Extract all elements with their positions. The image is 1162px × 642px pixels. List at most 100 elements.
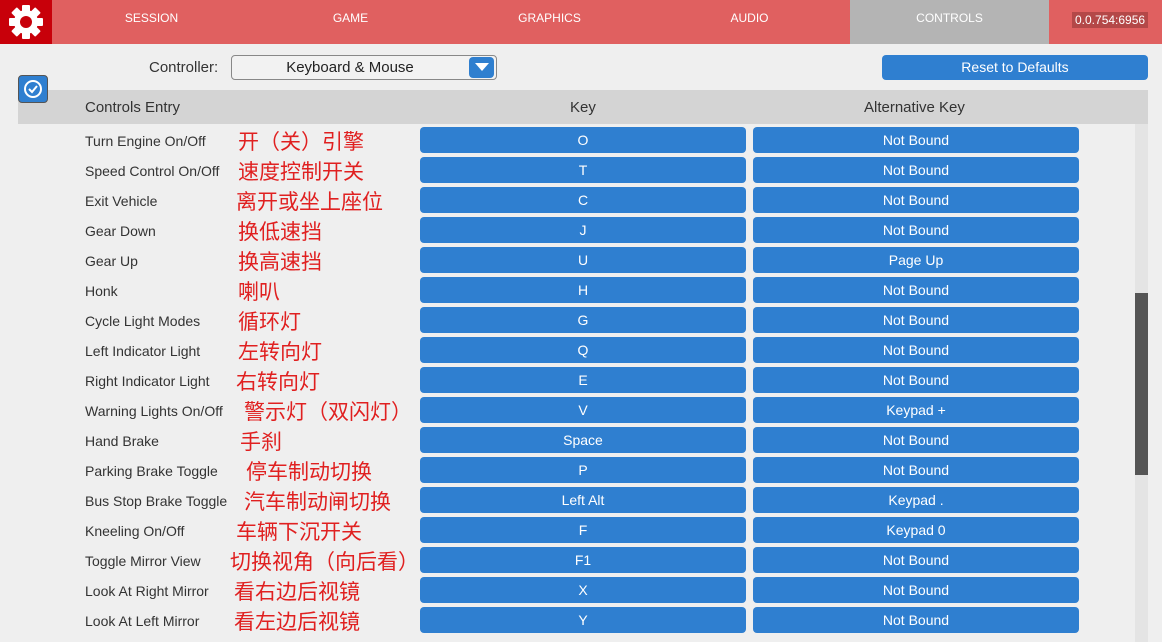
control-entry: Hand Brake xyxy=(85,433,159,449)
control-entry: Kneeling On/Off xyxy=(85,523,185,539)
annotation-note: 喇叭 xyxy=(238,280,280,304)
tab-session[interactable]: SESSION xyxy=(52,0,251,44)
chevron-down-icon[interactable] xyxy=(469,57,494,78)
check-icon[interactable] xyxy=(18,75,48,103)
key-binding-button[interactable]: F1 xyxy=(420,547,746,573)
key-binding-button[interactable]: G xyxy=(420,307,746,333)
key-binding-button[interactable]: T xyxy=(420,157,746,183)
alt-key-binding-button[interactable]: Not Bound xyxy=(753,127,1079,153)
key-binding-button[interactable]: Left Alt xyxy=(420,487,746,513)
alt-key-binding-button[interactable]: Keypad + xyxy=(753,397,1079,423)
key-binding-button[interactable]: H xyxy=(420,277,746,303)
tab-audio[interactable]: AUDIO xyxy=(650,0,849,44)
table-row: Turn Engine On/Off 开（关）引擎 O Not Bound xyxy=(18,124,1135,154)
table-row: Left Indicator Light 左转向灯 Q Not Bound xyxy=(18,333,1135,364)
annotation-note: 警示灯（双闪灯） xyxy=(244,400,412,424)
alt-key-binding-button[interactable]: Not Bound xyxy=(753,547,1079,573)
key-binding-button[interactable]: O xyxy=(420,127,746,153)
key-binding-button[interactable]: X xyxy=(420,577,746,603)
control-entry: Left Indicator Light xyxy=(85,343,201,359)
control-entry: Gear Down xyxy=(85,223,156,239)
alt-key-binding-button[interactable]: Keypad 0 xyxy=(753,517,1079,543)
control-entry: Speed Control On/Off xyxy=(85,163,220,179)
key-binding-button[interactable]: C xyxy=(420,187,746,213)
control-entry: Honk xyxy=(85,283,118,299)
control-entry: Cycle Light Modes xyxy=(85,313,201,329)
table-row: Warning Lights On/Off 警示灯（双闪灯） V Keypad … xyxy=(18,393,1135,424)
annotation-note: 速度控制开关 xyxy=(238,160,364,184)
table-row: Look At Right Mirror 看右边后视镜 X Not Bound xyxy=(18,573,1135,604)
annotation-note: 汽车制动闸切换 xyxy=(244,490,391,514)
table-row: Exit Vehicle 离开或坐上座位 C Not Bound xyxy=(18,183,1135,214)
key-binding-button[interactable]: P xyxy=(420,457,746,483)
tab-graphics[interactable]: GRAPHICS xyxy=(450,0,649,44)
table-row: Gear Down 换低速挡 J Not Bound xyxy=(18,213,1135,244)
alt-key-binding-button[interactable]: Not Bound xyxy=(753,217,1079,243)
key-binding-button[interactable]: E xyxy=(420,367,746,393)
annotation-note: 循环灯 xyxy=(238,310,301,334)
table-row: Cycle Light Modes 循环灯 G Not Bound xyxy=(18,303,1135,334)
table-row: Honk 喇叭 H Not Bound xyxy=(18,273,1135,304)
alt-key-binding-button[interactable]: Not Bound xyxy=(753,157,1079,183)
controller-value: Keyboard & Mouse xyxy=(286,59,414,76)
annotation-note: 车辆下沉开关 xyxy=(236,520,362,544)
alt-key-binding-button[interactable]: Not Bound xyxy=(753,427,1079,453)
version-label: 0.0.754:6956 xyxy=(1072,12,1149,28)
table-row: Gear Up 换高速挡 U Page Up xyxy=(18,243,1135,274)
control-entry: Look At Right Mirror xyxy=(85,583,209,599)
alt-key-binding-button[interactable]: Not Bound xyxy=(753,277,1079,303)
alt-key-binding-button[interactable]: Not Bound xyxy=(753,337,1079,363)
control-entry: Warning Lights On/Off xyxy=(85,403,223,419)
annotation-note: 左转向灯 xyxy=(238,340,322,364)
annotation-note: 看左边后视镜 xyxy=(234,610,360,634)
table-row: Look At Left Mirror 看左边后视镜 Y Not Bound xyxy=(18,603,1135,634)
alt-key-binding-button[interactable]: Keypad . xyxy=(753,487,1079,513)
table-row: Kneeling On/Off 车辆下沉开关 F Keypad 0 xyxy=(18,513,1135,544)
table-row: Bus Stop Brake Toggle 汽车制动闸切换 Left Alt K… xyxy=(18,483,1135,514)
settings-gear-icon[interactable] xyxy=(0,0,52,44)
control-entry: Right Indicator Light xyxy=(85,373,210,389)
controls-list: Turn Engine On/Off 开（关）引擎 O Not Bound Spe… xyxy=(18,124,1135,642)
annotation-note: 换低速挡 xyxy=(238,220,322,244)
control-entry: Parking Brake Toggle xyxy=(85,463,218,479)
annotation-note: 停车制动切换 xyxy=(246,460,372,484)
key-binding-button[interactable]: V xyxy=(420,397,746,423)
table-row: Speed Control On/Off 速度控制开关 T Not Bound xyxy=(18,153,1135,184)
table-row: Hand Brake 手刹 Space Not Bound xyxy=(18,423,1135,454)
alt-key-binding-button[interactable]: Not Bound xyxy=(753,457,1079,483)
scrollbar-thumb[interactable] xyxy=(1135,293,1148,475)
controller-select[interactable]: Keyboard & Mouse xyxy=(231,55,497,80)
control-entry: Gear Up xyxy=(85,253,138,269)
annotation-note: 看右边后视镜 xyxy=(234,580,360,604)
annotation-note: 换高速挡 xyxy=(238,250,322,274)
reset-defaults-button[interactable]: Reset to Defaults xyxy=(882,55,1148,80)
key-binding-button[interactable]: J xyxy=(420,217,746,243)
header-key: Key xyxy=(570,99,596,116)
key-binding-button[interactable]: U xyxy=(420,247,746,273)
alt-key-binding-button[interactable]: Not Bound xyxy=(753,307,1079,333)
controller-label: Controller: xyxy=(149,59,219,76)
key-binding-button[interactable]: Space xyxy=(420,427,746,453)
key-binding-button[interactable]: Y xyxy=(420,607,746,633)
control-entry: Look At Left Mirror xyxy=(85,613,200,629)
annotation-note: 离开或坐上座位 xyxy=(236,190,383,214)
annotation-note: 切换视角（向后看） xyxy=(230,550,419,574)
header-entry: Controls Entry xyxy=(85,99,181,116)
top-nav: SESSION GAME GRAPHICS AUDIO CONTROLS 0.0… xyxy=(0,0,1162,44)
tab-game[interactable]: GAME xyxy=(251,0,450,44)
table-row: Right Indicator Light 右转向灯 E Not Bound xyxy=(18,363,1135,394)
key-binding-button[interactable]: F xyxy=(420,517,746,543)
alt-key-binding-button[interactable]: Not Bound xyxy=(753,187,1079,213)
alt-key-binding-button[interactable]: Not Bound xyxy=(753,607,1079,633)
control-entry: Toggle Mirror View xyxy=(85,553,201,569)
alt-key-binding-button[interactable]: Not Bound xyxy=(753,367,1079,393)
header-alt-key: Alternative Key xyxy=(864,99,965,116)
tab-controls[interactable]: CONTROLS xyxy=(850,0,1049,44)
alt-key-binding-button[interactable]: Not Bound xyxy=(753,577,1079,603)
table-row: Toggle Mirror View 切换视角（向后看） F1 Not Boun… xyxy=(18,543,1135,574)
alt-key-binding-button[interactable]: Page Up xyxy=(753,247,1079,273)
table-header: Controls Entry Key Alternative Key xyxy=(18,90,1148,124)
control-entry: Turn Engine On/Off xyxy=(85,133,206,149)
scrollbar[interactable] xyxy=(1135,124,1148,642)
key-binding-button[interactable]: Q xyxy=(420,337,746,363)
